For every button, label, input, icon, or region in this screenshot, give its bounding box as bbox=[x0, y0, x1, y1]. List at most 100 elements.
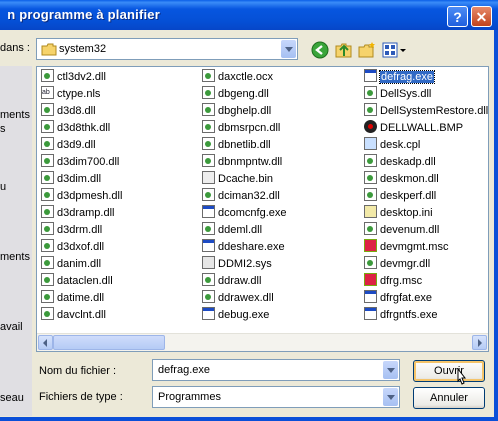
scroll-left-icon[interactable] bbox=[38, 335, 53, 350]
dll-file-icon bbox=[41, 239, 54, 252]
file-item[interactable]: dbmsrpcn.dll bbox=[202, 120, 280, 137]
up-folder-icon[interactable] bbox=[335, 41, 353, 59]
dll-file-icon bbox=[41, 188, 54, 201]
file-item[interactable]: d3dim.dll bbox=[41, 171, 101, 188]
file-item[interactable]: datime.dll bbox=[41, 290, 104, 307]
file-item[interactable]: Dcache.bin bbox=[202, 171, 273, 188]
sys-file-icon bbox=[202, 256, 215, 269]
file-item[interactable]: ddeshare.exe bbox=[202, 239, 285, 256]
dll-file-icon bbox=[202, 103, 215, 116]
sidebar-item[interactable]: s bbox=[0, 123, 6, 135]
file-item[interactable]: d3dramp.dll bbox=[41, 205, 114, 222]
file-item[interactable]: ddrawex.dll bbox=[202, 290, 274, 307]
sidebar-item[interactable]: seau bbox=[0, 392, 24, 404]
file-item[interactable]: d3d8thk.dll bbox=[41, 120, 110, 137]
filetype-select[interactable]: Programmes bbox=[152, 386, 400, 408]
msc-file-icon bbox=[364, 273, 377, 286]
file-item[interactable]: dbghelp.dll bbox=[202, 103, 271, 120]
dll-file-icon bbox=[41, 120, 54, 133]
new-folder-icon[interactable] bbox=[358, 41, 376, 59]
dll-file-icon bbox=[202, 290, 215, 303]
file-name: DellSys.dll bbox=[380, 88, 432, 100]
chevron-down-icon[interactable] bbox=[281, 40, 296, 58]
file-item[interactable]: ddraw.dll bbox=[202, 273, 261, 290]
cancel-button[interactable]: Annuler bbox=[413, 387, 485, 409]
file-name: ddraw.dll bbox=[218, 275, 262, 287]
file-item[interactable]: DellSystemRestore.dll bbox=[364, 103, 488, 120]
file-item[interactable]: danim.dll bbox=[41, 256, 101, 273]
file-item[interactable]: dcomcnfg.exe bbox=[202, 205, 286, 222]
sidebar-item[interactable]: ments bbox=[0, 109, 30, 121]
filename-input[interactable]: defrag.exe bbox=[152, 359, 400, 381]
file-item[interactable]: desk.cpl bbox=[364, 137, 420, 154]
file-item[interactable]: d3d8.dll bbox=[41, 103, 96, 120]
file-item[interactable]: dbgeng.dll bbox=[202, 86, 269, 103]
file-item[interactable]: deskperf.dll bbox=[364, 188, 436, 205]
close-button[interactable]: ✕ bbox=[471, 6, 492, 27]
sidebar-item[interactable]: ments bbox=[0, 251, 30, 263]
exe-file-icon bbox=[202, 205, 215, 218]
file-item[interactable]: d3dxof.dll bbox=[41, 239, 104, 256]
file-item[interactable]: deskadp.dll bbox=[364, 154, 436, 171]
dll-file-icon bbox=[41, 256, 54, 269]
dll-file-icon bbox=[202, 222, 215, 235]
file-item[interactable]: defrag.exe bbox=[364, 69, 435, 86]
file-item[interactable]: debug.exe bbox=[202, 307, 269, 324]
horizontal-scrollbar[interactable] bbox=[37, 333, 488, 351]
file-name: DDMI2.sys bbox=[218, 258, 272, 270]
bmp-file-icon bbox=[364, 120, 377, 133]
file-item[interactable]: deskmon.dll bbox=[364, 171, 439, 188]
file-item[interactable]: dfrgntfs.exe bbox=[364, 307, 437, 324]
chevron-down-icon[interactable] bbox=[383, 388, 398, 406]
title-bar[interactable]: n programme à planifier ? ✕ bbox=[0, 0, 498, 30]
look-in-combo[interactable]: system32 bbox=[36, 38, 298, 60]
file-item[interactable]: DELLWALL.BMP bbox=[364, 120, 463, 137]
file-item[interactable]: d3drm.dll bbox=[41, 222, 102, 239]
help-button[interactable]: ? bbox=[447, 6, 468, 27]
open-button[interactable]: Ouvrir bbox=[413, 360, 485, 382]
dll-file-icon bbox=[364, 103, 377, 116]
file-item[interactable]: ddeml.dll bbox=[202, 222, 262, 239]
file-name: Dcache.bin bbox=[218, 173, 274, 185]
places-sidebar: ments s u ments avail seau bbox=[0, 66, 32, 416]
dll-file-icon bbox=[202, 154, 215, 167]
file-item[interactable]: d3d9.dll bbox=[41, 137, 96, 154]
scroll-thumb[interactable] bbox=[53, 335, 165, 350]
file-item[interactable]: dbnetlib.dll bbox=[202, 137, 271, 154]
sidebar-item[interactable]: avail bbox=[0, 321, 23, 333]
dll-file-icon bbox=[41, 154, 54, 167]
file-item[interactable]: daxctle.ocx bbox=[202, 69, 273, 86]
file-item[interactable]: DDMI2.sys bbox=[202, 256, 272, 273]
look-in-label: dans : bbox=[0, 42, 30, 54]
file-item[interactable]: davclnt.dll bbox=[41, 307, 106, 324]
file-item[interactable]: d3dpmesh.dll bbox=[41, 188, 122, 205]
file-item[interactable]: dciman32.dll bbox=[202, 188, 280, 205]
file-item[interactable]: devmgr.dll bbox=[364, 256, 430, 273]
file-item[interactable]: dbnmpntw.dll bbox=[202, 154, 282, 171]
scroll-right-icon[interactable] bbox=[472, 335, 487, 350]
back-icon[interactable] bbox=[311, 41, 329, 59]
dll-file-icon bbox=[364, 171, 377, 184]
file-list[interactable]: ctl3dv2.dll ctype.nls d3d8.dll d3d8thk.dll d… bbox=[36, 66, 489, 352]
file-item[interactable]: d3dim700.dll bbox=[41, 154, 119, 171]
dll-file-icon bbox=[41, 69, 54, 82]
file-item[interactable]: ctype.nls bbox=[41, 84, 100, 103]
view-menu-icon[interactable] bbox=[382, 41, 408, 59]
file-name: DellSystemRestore.dll bbox=[380, 105, 489, 117]
file-name: dbmsrpcn.dll bbox=[218, 122, 281, 134]
file-item[interactable]: DellSys.dll bbox=[364, 86, 431, 103]
file-item[interactable]: desktop.ini bbox=[364, 205, 433, 222]
file-name: dcomcnfg.exe bbox=[218, 207, 287, 219]
sidebar-item[interactable]: u bbox=[0, 181, 6, 193]
dll-file-icon bbox=[41, 307, 54, 320]
file-name: ddeshare.exe bbox=[218, 241, 285, 253]
file-item[interactable]: dfrgfat.exe bbox=[364, 290, 432, 307]
file-item[interactable]: devenum.dll bbox=[364, 222, 439, 239]
file-name: danim.dll bbox=[57, 258, 102, 270]
file-item[interactable]: ctl3dv2.dll bbox=[41, 69, 106, 86]
chevron-down-icon[interactable] bbox=[383, 361, 398, 379]
file-item[interactable]: devmgmt.msc bbox=[364, 239, 448, 256]
file-item[interactable]: dfrg.msc bbox=[364, 273, 422, 290]
file-name: deskadp.dll bbox=[380, 156, 436, 168]
file-item[interactable]: dataclen.dll bbox=[41, 273, 113, 290]
